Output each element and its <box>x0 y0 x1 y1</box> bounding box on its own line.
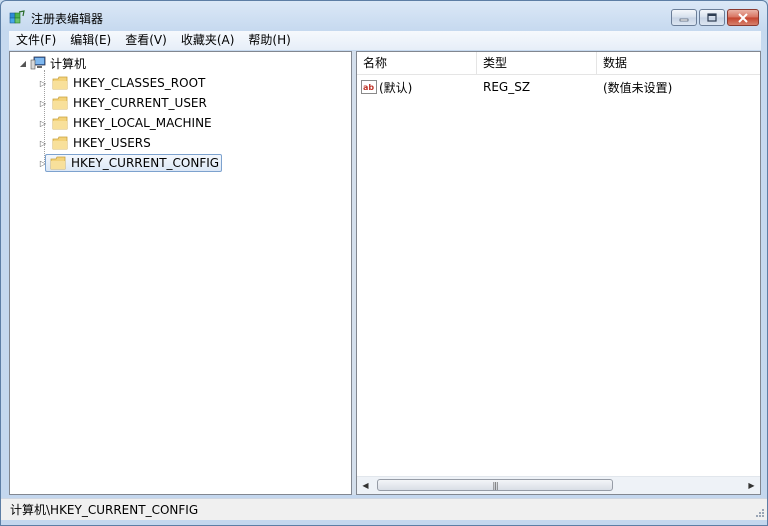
cell-name: ab (默认) <box>357 79 477 96</box>
menu-view[interactable]: 查看(V) <box>118 31 174 50</box>
tree-item-hkey-current-user[interactable]: ▷ HKEY_CURRENT_USER <box>38 94 207 112</box>
minimize-button[interactable] <box>671 9 697 26</box>
close-button[interactable] <box>727 9 759 26</box>
menu-bar: 文件(F) 编辑(E) 查看(V) 收藏夹(A) 帮助(H) <box>9 31 761 50</box>
computer-icon <box>30 56 46 70</box>
tree-item-hkey-current-config[interactable]: ▷ HKEY_CURRENT_CONFIG <box>38 154 223 172</box>
registry-tree[interactable]: ◢ 计算机 ▷ HKEY_CLASSES_ROOT ▷ HKEY_CURRENT… <box>9 51 352 495</box>
menu-favorites[interactable]: 收藏夹(A) <box>174 31 242 50</box>
tree-item-label: HKEY_CURRENT_USER <box>73 96 207 110</box>
caption-buttons <box>669 9 759 27</box>
horizontal-scrollbar[interactable]: ◀ ||| ▶ <box>357 476 760 494</box>
list-row[interactable]: ab (默认) REG_SZ (数值未设置) <box>357 77 760 97</box>
tree-item-label: HKEY_USERS <box>73 136 151 150</box>
scroll-right-icon[interactable]: ▶ <box>743 477 760 494</box>
main-panes: ◢ 计算机 ▷ HKEY_CLASSES_ROOT ▷ HKEY_CURRENT… <box>9 51 761 495</box>
regedit-app-icon <box>9 10 25 24</box>
menu-edit[interactable]: 编辑(E) <box>63 31 118 50</box>
minimize-icon <box>679 18 689 21</box>
title-bar[interactable]: 注册表编辑器 <box>1 1 767 31</box>
expand-arrow-icon[interactable]: ▷ <box>38 98 48 108</box>
grip-icon: ||| <box>492 480 498 490</box>
expand-arrow-icon[interactable]: ▷ <box>38 118 48 128</box>
folder-icon <box>52 136 68 150</box>
list-header: 名称 类型 数据 <box>357 52 760 75</box>
tree-item-hkey-local-machine[interactable]: ▷ HKEY_LOCAL_MACHINE <box>38 114 212 132</box>
folder-icon <box>52 116 68 130</box>
tree-item-label: HKEY_CLASSES_ROOT <box>73 76 206 90</box>
status-bar: 计算机\HKEY_CURRENT_CONFIG <box>1 498 767 520</box>
scrollbar-thumb[interactable]: ||| <box>377 479 613 491</box>
tree-item-hkey-users[interactable]: ▷ HKEY_USERS <box>38 134 151 152</box>
menu-file[interactable]: 文件(F) <box>9 31 63 50</box>
tree-item-label: HKEY_CURRENT_CONFIG <box>71 156 220 170</box>
maximize-icon <box>707 12 717 22</box>
tree-item-label: 计算机 <box>50 56 87 71</box>
maximize-button[interactable] <box>699 9 725 26</box>
string-value-icon: ab <box>361 80 377 94</box>
close-icon <box>738 12 748 23</box>
registry-editor-window: 注册表编辑器 文件(F) 编辑(E) 查看(V) 收藏夹(A) 帮助(H) ◢ <box>0 0 768 526</box>
column-header-type[interactable]: 类型 <box>477 52 597 74</box>
scroll-left-icon[interactable]: ◀ <box>357 477 374 494</box>
tree-selection: HKEY_CURRENT_CONFIG <box>45 154 223 172</box>
tree-item-hkey-classes-root[interactable]: ▷ HKEY_CLASSES_ROOT <box>38 74 205 92</box>
resize-grip-icon[interactable] <box>753 506 765 518</box>
value-type: REG_SZ <box>483 80 531 94</box>
window-title: 注册表编辑器 <box>31 12 104 26</box>
values-list[interactable]: 名称 类型 数据 ab (默认) REG_SZ (数值未设置) ◀ ||| ▶ <box>356 51 761 495</box>
expand-arrow-icon[interactable]: ▷ <box>38 78 48 88</box>
status-path: 计算机\HKEY_CURRENT_CONFIG <box>10 503 199 517</box>
menu-help[interactable]: 帮助(H) <box>241 31 297 50</box>
folder-icon <box>52 76 68 90</box>
expand-arrow-icon[interactable]: ▷ <box>38 138 48 148</box>
collapse-arrow-icon[interactable]: ◢ <box>18 58 28 68</box>
tree-item-label: HKEY_LOCAL_MACHINE <box>73 116 212 130</box>
column-header-data[interactable]: 数据 <box>597 52 760 74</box>
folder-icon <box>50 156 66 170</box>
column-header-name[interactable]: 名称 <box>357 52 477 74</box>
folder-icon <box>52 96 68 110</box>
value-name: (默认) <box>379 80 413 95</box>
svg-text:ab: ab <box>363 83 374 92</box>
value-data: (数值未设置) <box>603 80 673 95</box>
tree-item-computer[interactable]: ◢ 计算机 <box>18 54 86 72</box>
